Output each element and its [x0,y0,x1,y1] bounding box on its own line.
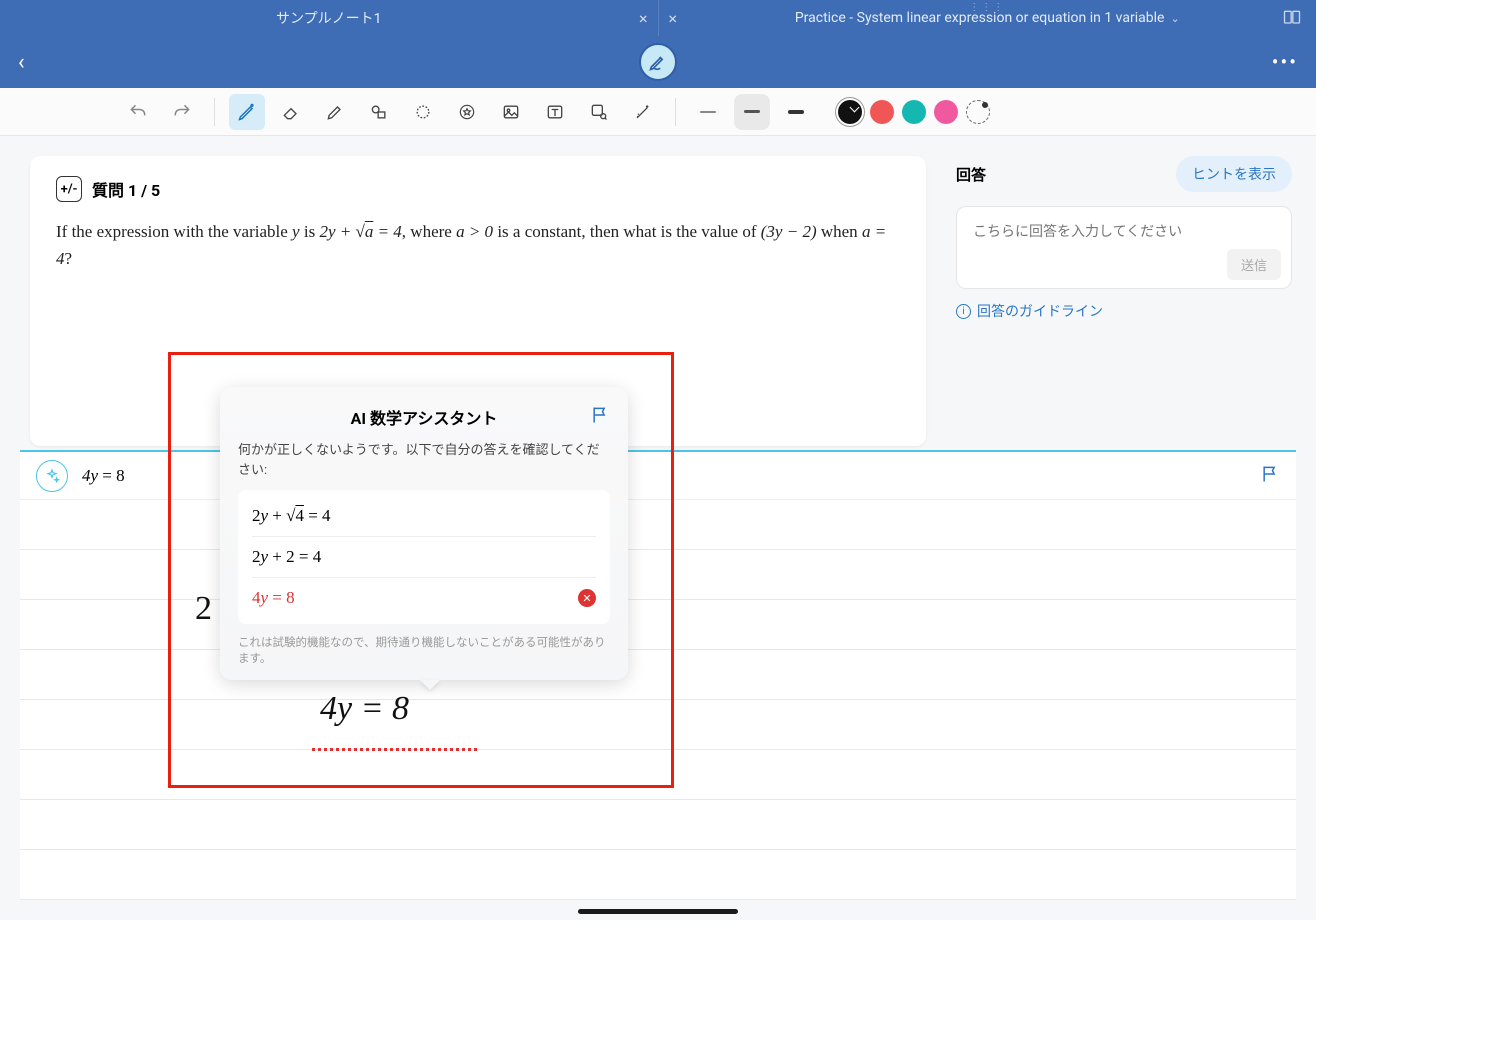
ai-popup-title: AI 数学アシスタント [351,405,498,429]
error-icon: ✕ [578,589,596,607]
back-icon[interactable]: ‹ [18,50,25,75]
undo-button[interactable] [120,94,156,130]
color-teal[interactable] [902,100,926,124]
error-underline [312,748,477,751]
color-picker[interactable] [966,100,990,124]
shape-tool[interactable] [361,94,397,130]
ai-step-2: 2y + 2 = 4 [252,537,596,578]
info-icon: i [956,304,971,319]
separator [675,98,676,126]
more-icon[interactable]: ••• [1272,50,1298,74]
image-tool[interactable] [493,94,529,130]
ai-step-1: 2y + √4 = 4 [252,496,596,537]
eraser-tool[interactable] [273,94,309,130]
ai-step-error: 4y = 8 ✕ [252,578,596,618]
flag-icon[interactable] [590,405,610,429]
question-text: If the expression with the variable y is… [56,218,900,272]
stroke-thin[interactable] [690,94,726,130]
ai-disclaimer: これは試験的機能なので、期待通り機能しないことがある可能性があります。 [238,634,610,666]
answer-title: 回答 [956,164,986,185]
book-icon[interactable] [1282,8,1302,28]
wand-tool[interactable] [625,94,661,130]
stroke-thick[interactable] [778,94,814,130]
ai-steps: 2y + √4 = 4 2y + 2 = 4 4y = 8 ✕ [238,490,610,624]
color-pink[interactable] [934,100,958,124]
flag-icon[interactable] [1260,464,1280,488]
toolbar [0,88,1316,136]
answer-input[interactable] [973,223,1275,239]
tab-title-left: サンプルノート1 [276,8,381,28]
home-indicator [578,909,738,914]
separator [214,98,215,126]
text-tool[interactable] [537,94,573,130]
tab-practice[interactable]: ⋮⋮⋮ × Practice - System linear expressio… [658,0,1317,36]
answer-input-wrap: 送信 [956,206,1292,289]
work-header: 4y = 8 [20,452,1296,500]
tab-sample-note[interactable]: サンプルノート1 × [0,0,658,36]
handwriting-main: 4y = 8 [320,690,409,728]
pen-mode-button[interactable] [639,43,677,81]
search-image-tool[interactable] [581,94,617,130]
tab-bar: サンプルノート1 × ⋮⋮⋮ × Practice - System linea… [0,0,1316,36]
question-icon: +/- [56,176,82,202]
highlighter-tool[interactable] [317,94,353,130]
ai-popup-message: 何かが正しくないようです。以下で自分の答えを確認してください: [238,441,610,480]
close-icon[interactable]: × [669,9,678,28]
work-area: 4y = 8 [20,450,1296,900]
chevron-down-icon[interactable]: ⌄ [1170,12,1179,25]
redo-button[interactable] [164,94,200,130]
close-icon[interactable]: × [639,9,648,28]
work-recognized-equation: 4y = 8 [82,466,125,486]
lasso-tool[interactable] [405,94,441,130]
header-bar: ‹ ••• [0,36,1316,88]
stroke-medium[interactable] [734,94,770,130]
handwriting-fragment: 2 [195,590,212,628]
send-button[interactable]: 送信 [1227,249,1281,280]
ai-assistant-popup: AI 数学アシスタント 何かが正しくないようです。以下で自分の答えを確認してくだ… [220,387,628,680]
favorite-tool[interactable] [449,94,485,130]
color-black[interactable] [838,100,862,124]
pen-tool[interactable] [229,94,265,130]
ruled-paper[interactable] [20,500,1296,900]
question-counter: 質問 1 / 5 [92,177,160,201]
grip-icon: ⋮⋮⋮ [969,2,1005,13]
hint-button[interactable]: ヒントを表示 [1176,156,1292,192]
guideline-link[interactable]: i 回答のガイドライン [956,301,1292,321]
color-red[interactable] [870,100,894,124]
ai-sparkle-button[interactable] [36,460,68,492]
